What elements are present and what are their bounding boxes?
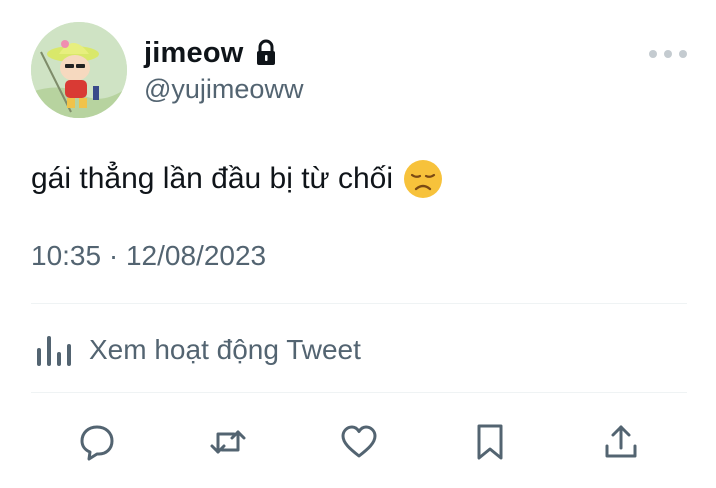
like-button[interactable] bbox=[335, 418, 383, 466]
reply-icon bbox=[80, 425, 114, 461]
user-handle[interactable]: @yujimeoww bbox=[144, 74, 303, 105]
divider bbox=[31, 392, 687, 393]
tweet-body: gái thẳng lần đầu bị từ chối bbox=[31, 162, 394, 195]
disappointed-face-icon bbox=[404, 160, 443, 198]
analytics-label: Xem hoạt động Tweet bbox=[89, 334, 361, 365]
retweet-button[interactable] bbox=[204, 418, 252, 466]
tweet-timestamp[interactable]: 10:35 · 12/08/2023 bbox=[31, 240, 266, 272]
lock-icon bbox=[256, 39, 275, 65]
tweet-date: 12/08/2023 bbox=[125, 240, 267, 271]
tweet-analytics-link[interactable]: Xem hoạt động Tweet bbox=[31, 330, 361, 370]
avatar-image bbox=[31, 22, 127, 118]
reply-button[interactable] bbox=[73, 418, 121, 466]
bookmark-button[interactable] bbox=[466, 418, 514, 466]
avatar[interactable] bbox=[31, 22, 127, 118]
divider bbox=[31, 303, 687, 304]
tweet: jimeow @yujimeoww gái thẳng lần đầu bị t… bbox=[0, 0, 716, 488]
bar-chart-icon bbox=[37, 336, 71, 366]
display-name[interactable]: jimeow bbox=[144, 37, 244, 70]
action-bar bbox=[0, 418, 716, 466]
retweet-icon bbox=[210, 430, 246, 454]
tweet-text: gái thẳng lần đầu bị từ chối bbox=[31, 158, 443, 200]
tweet-time: 10:35 bbox=[31, 240, 102, 271]
name-row: jimeow bbox=[144, 33, 278, 73]
heart-icon bbox=[341, 425, 377, 458]
more-horizontal-icon[interactable] bbox=[646, 44, 690, 64]
meta-separator: · bbox=[108, 240, 119, 271]
share-button[interactable] bbox=[597, 418, 645, 466]
bookmark-icon bbox=[477, 424, 503, 460]
share-icon bbox=[605, 425, 637, 458]
